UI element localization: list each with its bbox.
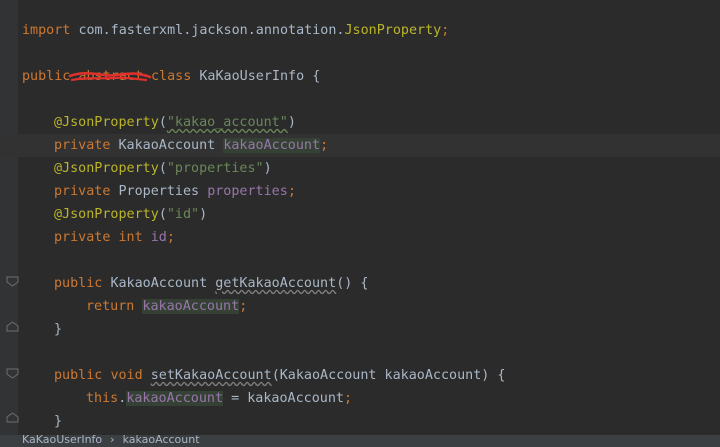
annotation-string: "kakao_account" (166, 115, 288, 130)
field-type: Properties (118, 184, 200, 199)
field-line[interactable]: private Properties properties; (22, 180, 720, 203)
field-line[interactable]: private int id; (22, 226, 720, 249)
field-type: KakaoAccount (118, 138, 216, 153)
private-keyword: private (54, 230, 111, 245)
public-keyword: public (54, 368, 103, 383)
private-keyword: private (54, 184, 111, 199)
field-reference: kakaoAccount (126, 391, 224, 406)
open-brace: { (360, 276, 369, 291)
breadcrumb[interactable]: KaKaoUserInfo › kakaoAccount (0, 435, 720, 447)
return-keyword: return (86, 299, 135, 314)
field-name: kakaoAccount (223, 138, 321, 153)
close-brace: } (54, 322, 63, 337)
field-name: id (150, 230, 167, 245)
paren-close: ) (481, 368, 490, 383)
fold-start-icon[interactable] (6, 368, 19, 379)
setter-parameter: KakaoAccount kakaoAccount (279, 368, 482, 383)
private-keyword: private (54, 138, 111, 153)
close-brace-line[interactable]: } (22, 318, 720, 341)
json-property-annotation: @JsonProperty (54, 115, 159, 130)
breadcrumb-class[interactable]: KaKaoUserInfo (22, 435, 102, 445)
return-type: KakaoAccount (110, 276, 208, 291)
annotation-line[interactable]: @JsonProperty("id") (22, 203, 720, 226)
semicolon: ; (287, 184, 296, 199)
close-brace: } (54, 414, 63, 429)
paren-open: ( (158, 207, 167, 222)
paren-open: ( (158, 161, 167, 176)
semicolon: ; (239, 299, 248, 314)
public-keyword: public (22, 69, 71, 84)
public-keyword: public (54, 276, 103, 291)
import-keyword: import (22, 23, 71, 38)
class-name: KaKaoUserInfo (199, 69, 305, 84)
void-keyword: void (110, 368, 143, 383)
paren-open: ( (158, 115, 167, 130)
paren-close: ) (263, 161, 272, 176)
paren-close: ) (287, 115, 296, 130)
import-package: com.fasterxml.jackson.annotation. (78, 23, 345, 38)
parameter-reference: kakaoAccount (247, 391, 344, 406)
this-keyword: this (86, 391, 119, 406)
fold-end-icon[interactable] (6, 412, 19, 423)
assign-operator: = (223, 391, 248, 406)
fold-start-icon[interactable] (6, 276, 19, 287)
int-keyword: int (118, 230, 143, 245)
annotation-string: "properties" (166, 161, 264, 176)
import-line[interactable]: import com.fasterxml.jackson.annotation.… (22, 19, 720, 42)
return-line[interactable]: return kakaoAccount; (22, 295, 720, 318)
json-property-annotation: @JsonProperty (54, 161, 159, 176)
close-brace-line[interactable]: } (22, 410, 720, 433)
setter-signature-line[interactable]: public void setKakaoAccount(KakaoAccount… (22, 364, 720, 387)
field-reference: kakaoAccount (142, 299, 240, 314)
editor-gutter[interactable] (0, 0, 19, 447)
breadcrumb-separator: › (110, 435, 115, 446)
open-brace: { (312, 69, 321, 84)
import-class: JsonProperty (344, 23, 442, 38)
assignment-line[interactable]: this.kakaoAccount = kakaoAccount; (22, 387, 720, 410)
paren-close: ) (199, 207, 208, 222)
annotation-line[interactable]: @JsonProperty("properties") (22, 157, 720, 180)
annotation-line[interactable]: @JsonProperty("kakao_account") (22, 111, 720, 134)
breadcrumb-field[interactable]: kakaoAccount (123, 435, 200, 445)
semicolon: ; (320, 138, 329, 153)
fold-end-icon[interactable] (6, 321, 19, 332)
class-keyword: class (151, 69, 192, 84)
field-name: properties (207, 184, 288, 199)
semicolon: ; (166, 230, 175, 245)
paren-open: ( (271, 368, 280, 383)
open-brace: { (497, 368, 506, 383)
annotation-string: "id" (166, 207, 200, 222)
field-line-current[interactable]: private KakaoAccount kakaoAccount; (0, 134, 720, 157)
semicolon: ; (344, 391, 353, 406)
empty-params: () (336, 276, 353, 291)
setter-name: setKakaoAccount (150, 368, 272, 383)
red-scribble-annotation (68, 71, 152, 82)
getter-name: getKakaoAccount (215, 276, 337, 291)
getter-signature-line[interactable]: public KakaoAccount getKakaoAccount() { (22, 272, 720, 295)
json-property-annotation: @JsonProperty (54, 207, 159, 222)
semicolon: ; (441, 23, 450, 38)
